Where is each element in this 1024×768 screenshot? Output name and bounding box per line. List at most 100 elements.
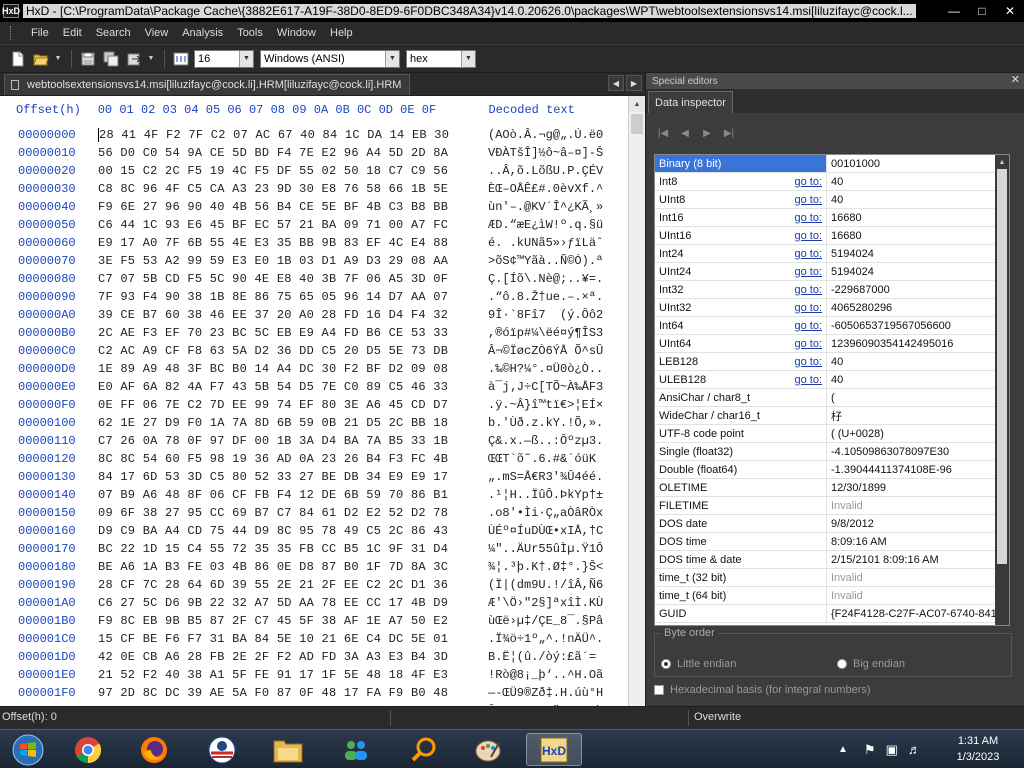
row-bytes[interactable]: D9 C9 BA A4 CD 75 44 D9 8C 95 78 49 C5 2… (98, 524, 488, 538)
row-decoded-text[interactable]: ,®óïp#¼\ëé¤ý¶ÎS3 (488, 326, 628, 340)
row-bytes[interactable]: 7F 93 F4 90 38 1B 8E 86 75 65 05 96 14 D… (98, 290, 488, 304)
row-bytes[interactable]: F9 8C EB 9B B5 87 2F C7 45 5F 38 AF 1E A… (98, 614, 488, 628)
minimize-button[interactable]: — (940, 2, 968, 20)
menu-help[interactable]: Help (323, 27, 360, 39)
start-button[interactable] (0, 733, 56, 766)
row-bytes[interactable]: 00 15 C2 2C F5 19 4C F5 DF 55 02 50 18 C… (98, 164, 488, 178)
hex-row[interactable]: 00000040 F9 6E 27 96 90 40 4B 56 B4 CE 5E… (0, 198, 628, 216)
row-bytes[interactable]: 42 0E CB A6 28 FB 2E 2F F2 AD FD 3A A3 E… (98, 650, 488, 664)
row-bytes[interactable]: E9 17 A0 7F 6B 55 4E E3 35 BB 9B 83 EF 4… (98, 236, 488, 250)
little-endian-radio[interactable]: Little endian (661, 658, 736, 670)
taskbar-campaign-app[interactable] (194, 733, 250, 766)
taskbar-hxd[interactable]: HxD (526, 733, 582, 766)
hex-row[interactable]: 000000D0 1E 89 A9 48 3F BC B0 14 A4 DC 30… (0, 360, 628, 378)
tab-data-inspector[interactable]: Data inspector (648, 91, 733, 113)
prev-button[interactable]: ◀ (676, 124, 694, 142)
hxd-app-icon[interactable]: HxD (2, 4, 20, 18)
inspector-row[interactable]: DOS time 8:09:16 AM (655, 533, 1009, 551)
scroll-up-icon[interactable]: ▲ (995, 155, 1009, 169)
hex-row[interactable]: 000001F0 97 2D 8C DC 39 AE 5A F0 87 0F 48… (0, 684, 628, 702)
menu-window[interactable]: Window (270, 27, 323, 39)
goto-link[interactable]: go to: (794, 338, 822, 350)
inspector-value-cell[interactable]: 16680 (827, 209, 1009, 226)
hex-row[interactable]: 00000140 07 B9 A6 48 8F 06 CF FB F4 12 DE… (0, 486, 628, 504)
taskbar-network-people[interactable] (328, 733, 384, 766)
hex-editor[interactable]: Offset(h) 00 01 02 03 04 05 06 07 08 09 … (0, 96, 645, 706)
hex-row[interactable]: 00000090 7F 93 F4 90 38 1B 8E 86 75 65 05… (0, 288, 628, 306)
row-decoded-text[interactable]: Ç.[Íõ\.Nè@;..¥=. (488, 272, 628, 286)
hex-vertical-scrollbar[interactable]: ▲ (628, 96, 645, 706)
inspector-value-cell[interactable]: {F24F4128-C27F-AC07-6740-841C (827, 605, 1009, 622)
row-bytes[interactable]: C7 07 5B CD F5 5C 90 4E E8 40 3B 7F 06 A… (98, 272, 488, 286)
row-bytes[interactable]: 09 6F 38 27 95 CC 69 B7 C7 84 61 D2 E2 5… (98, 506, 488, 520)
inspector-row[interactable]: AnsiChar / char8_t ( (655, 389, 1009, 407)
inspector-row[interactable]: UInt24 go to: 5194024 (655, 263, 1009, 281)
inspector-row[interactable]: UInt64 go to: 12396090354142495016 (655, 335, 1009, 353)
inspector-value-cell[interactable]: ( (U+0028) (827, 425, 1009, 442)
inspector-value-cell[interactable]: 5194024 (827, 245, 1009, 262)
status-overwrite-mode[interactable]: Overwrite (694, 711, 741, 723)
row-bytes[interactable]: 07 B9 A6 48 8F 06 CF FB F4 12 DE 6B 59 7… (98, 488, 488, 502)
hex-row[interactable]: 00000200D4 3D 2D BB 90 53 54 15 0E 22 B0… (0, 702, 628, 706)
hex-row[interactable]: 00000010 56 D0 C0 54 9A CE 5D BD F4 7E E2… (0, 144, 628, 162)
hex-row[interactable]: 00000170 BC 22 1D 15 C4 55 72 35 35 FB CC… (0, 540, 628, 558)
row-bytes[interactable]: 1E 89 A9 48 3F BC B0 14 A4 DC 30 F2 BF D… (98, 362, 488, 376)
taskbar-firefox[interactable] (126, 733, 182, 766)
row-bytes[interactable]: BE A6 1A B3 FE 03 4B 86 0E D8 87 B0 1F 7… (98, 560, 488, 574)
inspector-value-cell[interactable]: 12396090354142495016 (827, 335, 1009, 352)
row-decoded-text[interactable]: 9Î·`8Fî7 (ý.Ôô2 (488, 308, 628, 322)
hex-row[interactable]: 00000050 C6 44 1C 93 E6 45 BF EC 57 21 BA… (0, 216, 628, 234)
inspector-row[interactable]: FILETIME Invalid (655, 497, 1009, 515)
hex-row[interactable]: 000000B0 2C AE F3 EF 70 23 BC 5C EB E9 A4… (0, 324, 628, 342)
hex-row[interactable]: 00000110 C7 26 0A 78 0F 97 DF 00 1B 3A D4… (0, 432, 628, 450)
row-bytes[interactable]: F9 6E 27 96 90 40 4B 56 B4 CE 5E BF 4B C… (98, 200, 488, 214)
goto-link[interactable]: go to: (794, 356, 822, 368)
row-decoded-text[interactable]: .o8'•Ìi·Ç„aÒâRÒx (488, 506, 628, 520)
taskbar-search-tool[interactable] (396, 733, 452, 766)
hex-row[interactable]: 000001C0 15 CF BE F6 F7 31 BA 84 5E 10 21… (0, 630, 628, 648)
row-decoded-text[interactable]: .‰©H?¼°.¤Ü0ò¿Ò.. (488, 362, 628, 376)
scroll-thumb[interactable] (997, 169, 1007, 564)
hex-row[interactable]: 000000A0 39 CE B7 60 38 46 EE 37 20 A0 28… (0, 306, 628, 324)
offset-base-select[interactable]: hex ▼ (406, 49, 476, 68)
row-decoded-text[interactable]: ùŒë›µ‡/ÇE_8¯.§Pâ (488, 614, 628, 628)
inspector-row[interactable]: Binary (8 bit) 00101000 (655, 155, 1009, 173)
inspector-row[interactable]: WideChar / char16_t 杍 (655, 407, 1009, 425)
row-bytes[interactable]: 28 41 4F F2 7F C2 07 AC 67 40 84 1C DA 1… (98, 127, 488, 142)
open-dropdown-button[interactable]: ▼ (54, 49, 62, 69)
inspector-value-cell[interactable]: 16680 (827, 227, 1009, 244)
action-center-flag-icon[interactable]: ⚑ (864, 742, 876, 758)
goto-link[interactable]: go to: (794, 374, 822, 386)
goto-link[interactable]: go to: (794, 212, 822, 224)
inspector-value-cell[interactable]: 杍 (827, 407, 1009, 424)
hex-row[interactable]: 000001D0 42 0E CB A6 28 FB 2E 2F F2 AD FD… (0, 648, 628, 666)
tab-scroll-right-button[interactable]: ▶ (626, 75, 642, 91)
charset-select[interactable]: Windows (ANSI) ▼ (260, 49, 400, 68)
goto-link[interactable]: go to: (794, 266, 822, 278)
menu-analysis[interactable]: Analysis (175, 27, 230, 39)
row-decoded-text[interactable]: VÐÀTšÎ]½ô~â–¤]-Š (488, 146, 628, 160)
inspector-row[interactable]: UTF-8 code point ( (U+0028) (655, 425, 1009, 443)
inspector-row[interactable]: Int8 go to: 40 (655, 173, 1009, 191)
row-decoded-text[interactable]: à¯j‚J÷C[TÕ~À‰ÅF3 (488, 380, 628, 394)
document-tab[interactable]: webtoolsextensionsvs14.msi[liluzifayc@co… (4, 74, 411, 95)
inspector-row[interactable]: Double (float64) -1.39044411374108E-96 (655, 461, 1009, 479)
row-decoded-text[interactable]: „.mS=Å€R3'¾Û4éé. (488, 470, 628, 484)
goto-link[interactable]: go to: (794, 248, 822, 260)
hex-row[interactable]: 000000F0 0E FF 06 7E C2 7D EE 99 74 EF 80… (0, 396, 628, 414)
row-decoded-text[interactable]: Ç&.x.—ß..:Ôºzµ3. (488, 434, 628, 448)
row-bytes[interactable]: 0E FF 06 7E C2 7D EE 99 74 EF 80 3E A6 4… (98, 398, 488, 412)
taskbar-clock[interactable]: 1:31 AM 1/3/2023 (950, 733, 1006, 765)
taskbar-paint[interactable] (460, 733, 516, 766)
row-bytes[interactable]: D4 3D 2D BB 90 53 54 15 0E 22 B0 0A 0E 4… (98, 704, 488, 706)
inspector-row[interactable]: DOS date 9/8/2012 (655, 515, 1009, 533)
hex-row[interactable]: 000001E0 21 52 F2 40 38 A1 5F FE 91 17 1F… (0, 666, 628, 684)
inspector-row[interactable]: Single (float32) -4.10509863078097E30 (655, 443, 1009, 461)
export-dropdown-button[interactable]: ▼ (147, 49, 155, 69)
row-decoded-text[interactable]: é. .kUNã5»›ƒïLäˆ (488, 236, 628, 250)
row-bytes[interactable]: C6 27 5C D6 9B 22 32 A7 5D AA 78 EE CC 1… (98, 596, 488, 610)
row-bytes[interactable]: C7 26 0A 78 0F 97 DF 00 1B 3A D4 BA 7A B… (98, 434, 488, 448)
row-decoded-text[interactable]: —-ŒÜ9®Zð‡.H.úù°H (488, 686, 628, 700)
big-endian-radio[interactable]: Big endian (837, 658, 905, 670)
row-decoded-text[interactable]: b.'Ùð.z.kY.!Õ,». (488, 416, 628, 430)
